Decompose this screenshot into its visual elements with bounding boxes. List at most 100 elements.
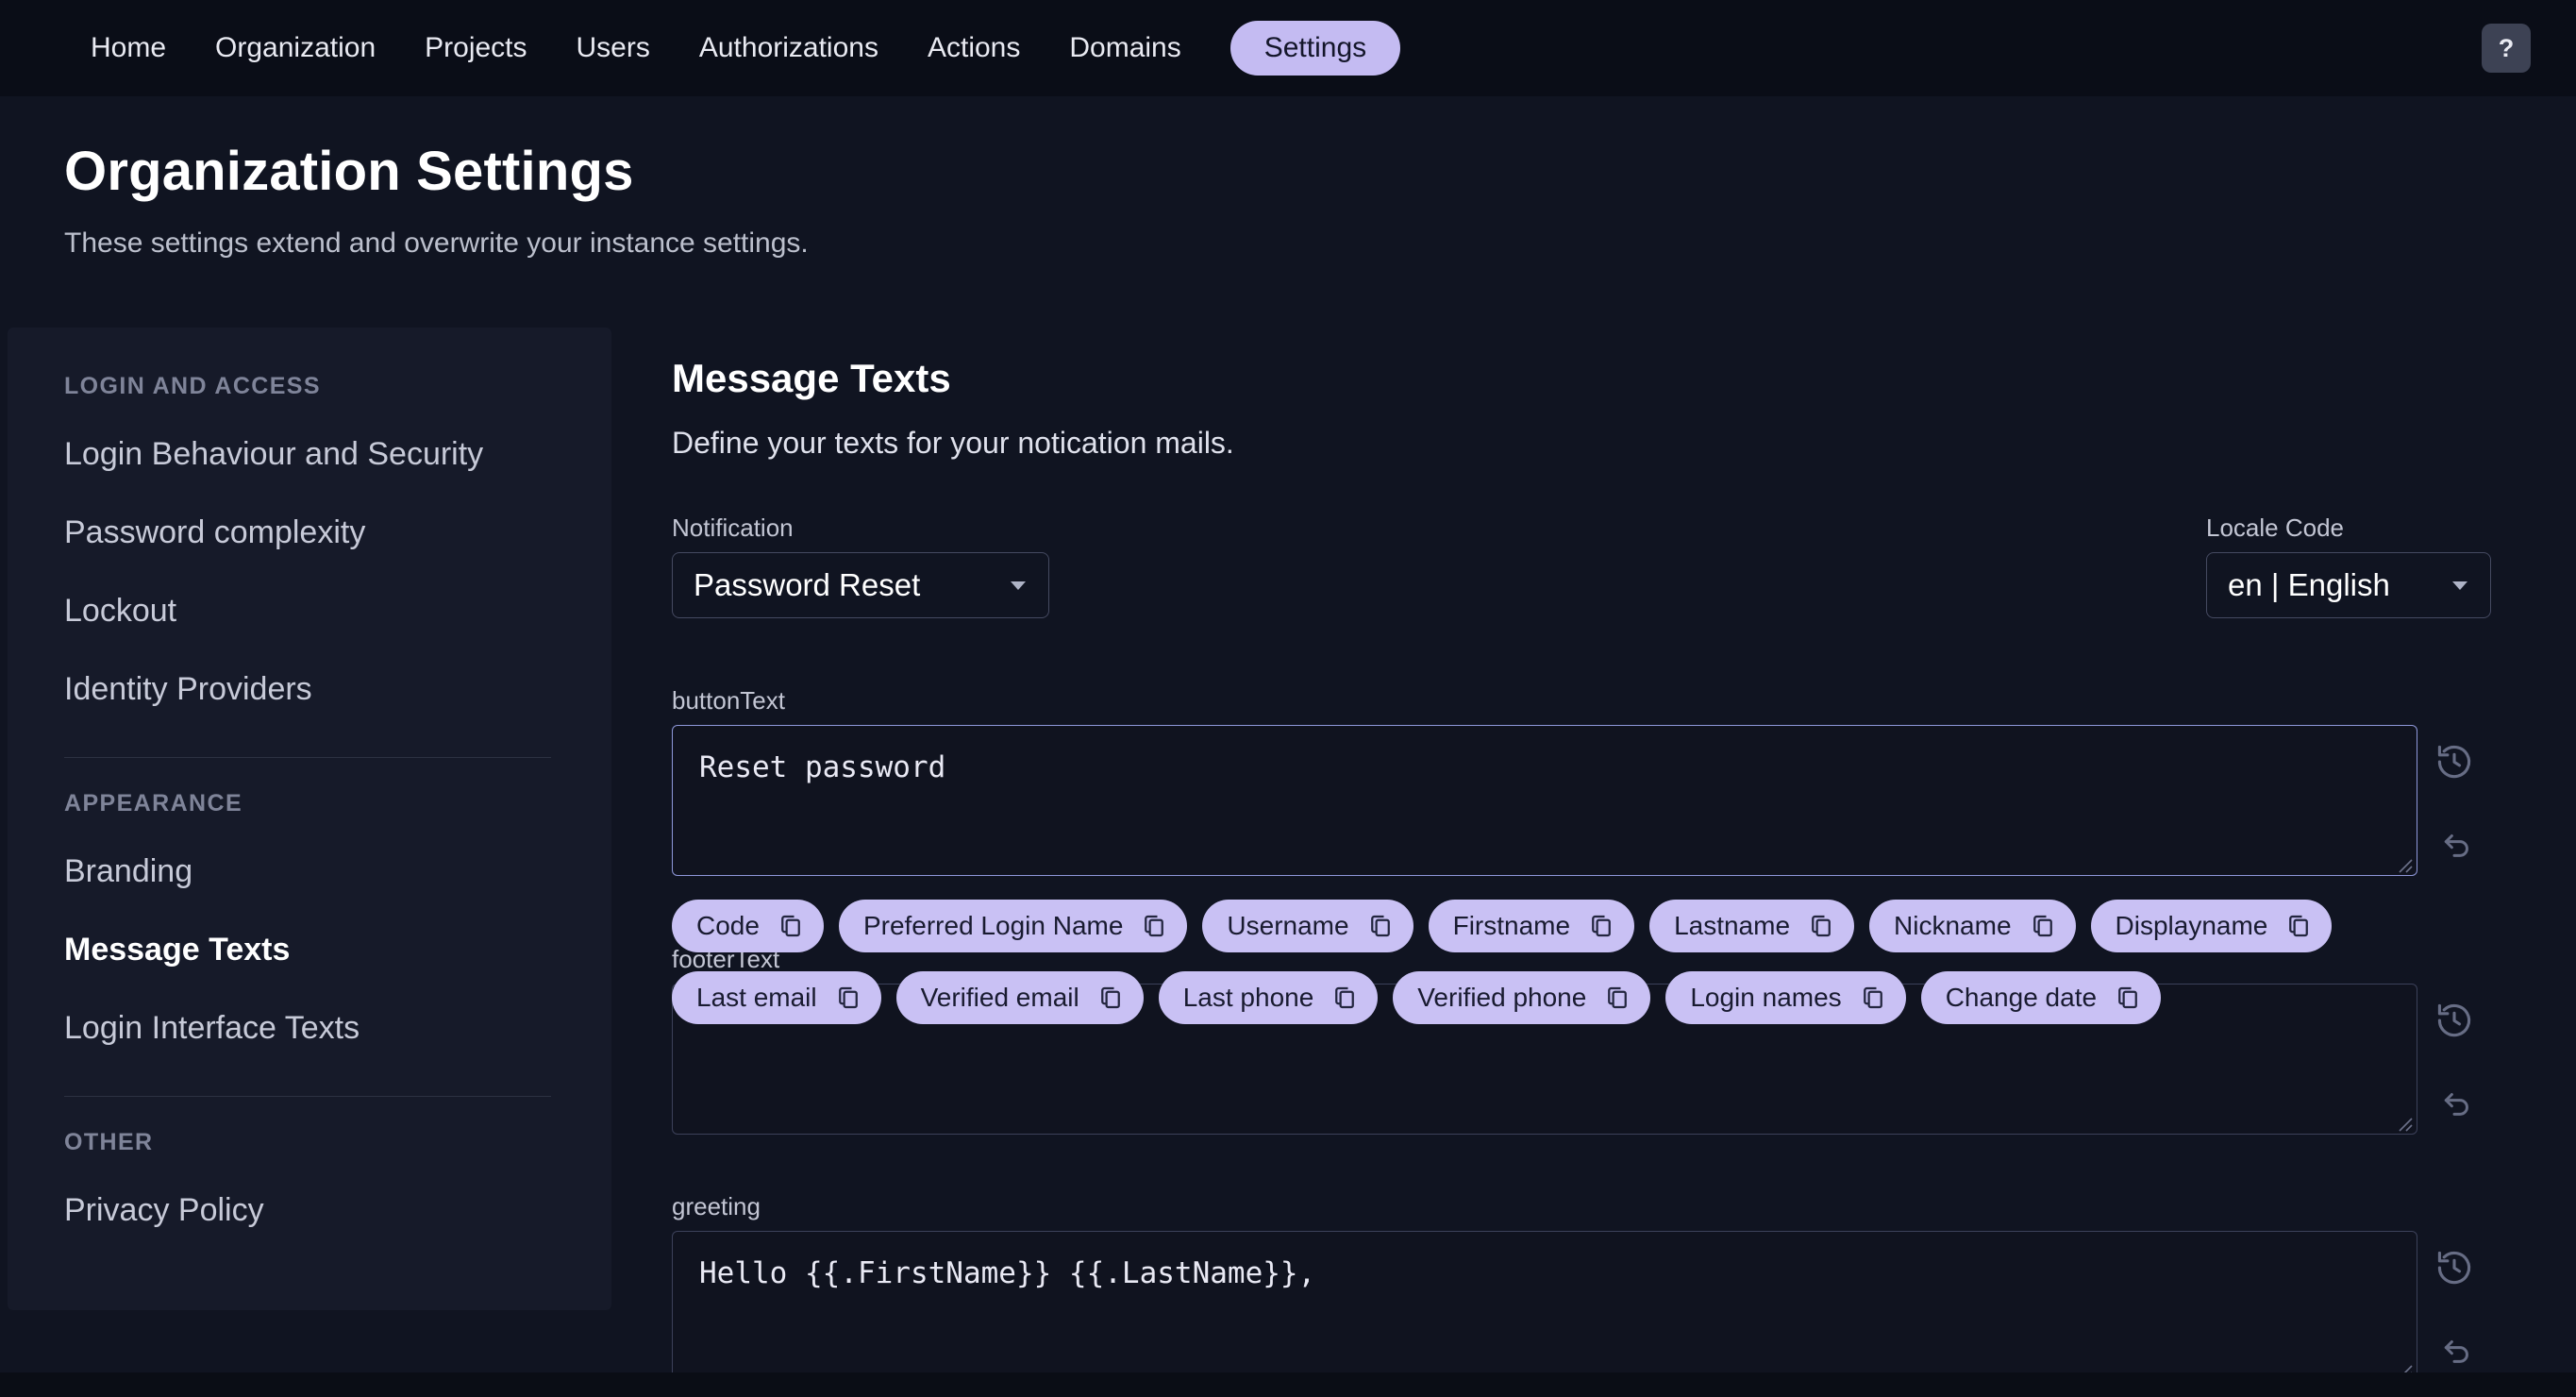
nav-item-organization[interactable]: Organization xyxy=(215,21,376,76)
resize-handle[interactable] xyxy=(2394,854,2413,873)
greeting-textarea[interactable]: Hello {{.FirstName}} {{.LastName}}, xyxy=(672,1231,2417,1382)
sidebar: LOGIN AND ACCESS Login Behaviour and Secu… xyxy=(8,328,611,1310)
clipboard-icon xyxy=(781,915,800,937)
clipboard-icon xyxy=(1335,986,1355,1009)
clipboard-icon xyxy=(1812,915,1831,937)
undo-button[interactable] xyxy=(2434,826,2474,866)
message-text-fields: buttonText Reset password Code Preferred… xyxy=(672,686,2491,1387)
locale-select[interactable]: en | English xyxy=(2206,552,2491,618)
chip-label: Nickname xyxy=(1894,911,2012,940)
chip-preferred-login-name[interactable]: Preferred Login Name xyxy=(838,900,1188,952)
nav-item-settings[interactable]: Settings xyxy=(1229,21,1401,76)
clipboard-icon xyxy=(838,986,858,1009)
page-subtitle: These settings extend and overwrite your… xyxy=(64,227,809,259)
sidebar-item-lockout[interactable]: Lockout xyxy=(64,572,559,650)
locale-select-value: en | English xyxy=(2228,567,2390,602)
locale-label: Locale Code xyxy=(2206,513,2344,542)
locale-control: Locale Code en | English xyxy=(2206,513,2491,618)
help-icon: ? xyxy=(2498,33,2515,62)
undo-button[interactable] xyxy=(2434,1332,2474,1372)
clipboard-icon xyxy=(1145,915,1164,937)
undo-icon xyxy=(2444,833,2468,857)
undo-icon xyxy=(2444,1092,2468,1116)
chip-label: Login names xyxy=(1690,983,1842,1012)
chip-verified-email[interactable]: Verified email xyxy=(895,971,1144,1024)
buttontext-label: buttonText xyxy=(672,686,785,715)
chip-label: Verified phone xyxy=(1417,983,1587,1012)
chip-label: Preferred Login Name xyxy=(862,911,1124,940)
chevron-down-icon xyxy=(2452,581,2467,590)
clipboard-icon xyxy=(2289,915,2309,937)
history-icon xyxy=(2437,745,2471,778)
help-button[interactable]: ? xyxy=(2482,24,2531,73)
nav-item-authorizations[interactable]: Authorizations xyxy=(699,21,878,76)
nav-item-projects[interactable]: Projects xyxy=(425,21,527,76)
content-row: LOGIN AND ACCESS Login Behaviour and Secu… xyxy=(0,328,2576,1387)
sidebar-item-identity-providers[interactable]: Identity Providers xyxy=(64,650,559,729)
nav-item-users[interactable]: Users xyxy=(577,21,650,76)
buttontext-textarea[interactable]: Reset password xyxy=(672,725,2417,876)
chip-label: Last email xyxy=(696,983,817,1012)
sidebar-item-privacy-policy[interactable]: Privacy Policy xyxy=(64,1171,559,1250)
clipboard-icon xyxy=(2032,915,2052,937)
clipboard-icon xyxy=(1592,915,1611,937)
clipboard-icon xyxy=(1608,986,1628,1009)
main-subtitle: Define your texts for your notication ma… xyxy=(672,426,1234,460)
chip-firstname[interactable]: Firstname xyxy=(1428,900,1635,952)
history-icon xyxy=(2437,1251,2471,1284)
chip-label: Displayname xyxy=(2115,911,2268,940)
chip-login-names[interactable]: Login names xyxy=(1665,971,1906,1024)
chip-label: Username xyxy=(1227,911,1349,940)
chip-label: Code xyxy=(696,911,760,940)
clipboard-icon xyxy=(1863,986,1882,1009)
history-icon xyxy=(2437,1003,2471,1036)
resize-handle[interactable] xyxy=(2394,1113,2413,1132)
history-button[interactable] xyxy=(2434,741,2475,783)
buttontext-actions xyxy=(2417,725,2491,881)
sidebar-divider xyxy=(64,757,551,758)
chip-displayname[interactable]: Displayname xyxy=(2090,900,2333,952)
sidebar-divider xyxy=(64,1096,551,1097)
nav-item-domains[interactable]: Domains xyxy=(1069,21,1180,76)
footertext-actions xyxy=(2417,984,2491,1139)
notification-select[interactable]: Password Reset xyxy=(672,552,1049,618)
undo-button[interactable] xyxy=(2434,1085,2474,1124)
page-header: Organization Settings These settings ext… xyxy=(0,96,2576,260)
history-button[interactable] xyxy=(2434,1000,2475,1041)
sidebar-item-login-behaviour-and-security[interactable]: Login Behaviour and Security xyxy=(64,415,559,494)
placeholder-chips: Code Preferred Login Name Username Firstnam… xyxy=(672,900,2417,1024)
sidebar-item-message-texts[interactable]: Message Texts xyxy=(64,911,559,989)
chip-username[interactable]: Username xyxy=(1202,900,1413,952)
sidebar-section-title-login-and-access: LOGIN AND ACCESS xyxy=(64,373,321,399)
bottom-band xyxy=(0,1372,2576,1397)
chip-lastname[interactable]: Lastname xyxy=(1649,900,1855,952)
greeting-actions xyxy=(2417,1231,2491,1387)
top-nav-items: Home Organization Projects Users Authorizati… xyxy=(91,21,1401,76)
chip-code[interactable]: Code xyxy=(672,900,824,952)
clipboard-icon xyxy=(1370,915,1390,937)
sidebar-item-login-interface-texts[interactable]: Login Interface Texts xyxy=(64,989,559,1068)
nav-item-home[interactable]: Home xyxy=(91,21,166,76)
chip-verified-phone[interactable]: Verified phone xyxy=(1393,971,1651,1024)
sidebar-item-branding[interactable]: Branding xyxy=(64,833,559,911)
chip-last-email[interactable]: Last email xyxy=(672,971,881,1024)
nav-item-actions[interactable]: Actions xyxy=(928,21,1020,76)
controls-row: Notification Password Reset Locale Code … xyxy=(672,513,2491,618)
chip-last-phone[interactable]: Last phone xyxy=(1158,971,1379,1024)
notification-label: Notification xyxy=(672,513,794,542)
app-window: Home Organization Projects Users Authorizati… xyxy=(0,0,2576,1397)
chip-label: Lastname xyxy=(1674,911,1791,940)
sidebar-item-password-complexity[interactable]: Password complexity xyxy=(64,494,559,572)
greeting-label: greeting xyxy=(672,1192,761,1220)
clipboard-icon xyxy=(2118,986,2137,1009)
history-button[interactable] xyxy=(2434,1247,2475,1288)
chip-label: Firstname xyxy=(1452,911,1571,940)
chip-change-date[interactable]: Change date xyxy=(1920,971,2162,1024)
main-panel: Message Texts Define your texts for your… xyxy=(611,328,2576,1387)
chip-label: Change date xyxy=(1945,983,2098,1012)
sidebar-section-title-appearance: APPEARANCE xyxy=(64,790,243,816)
page-title: Organization Settings xyxy=(64,141,634,202)
clipboard-icon xyxy=(1100,986,1120,1009)
chip-nickname[interactable]: Nickname xyxy=(1869,900,2076,952)
undo-icon xyxy=(2444,1339,2468,1363)
